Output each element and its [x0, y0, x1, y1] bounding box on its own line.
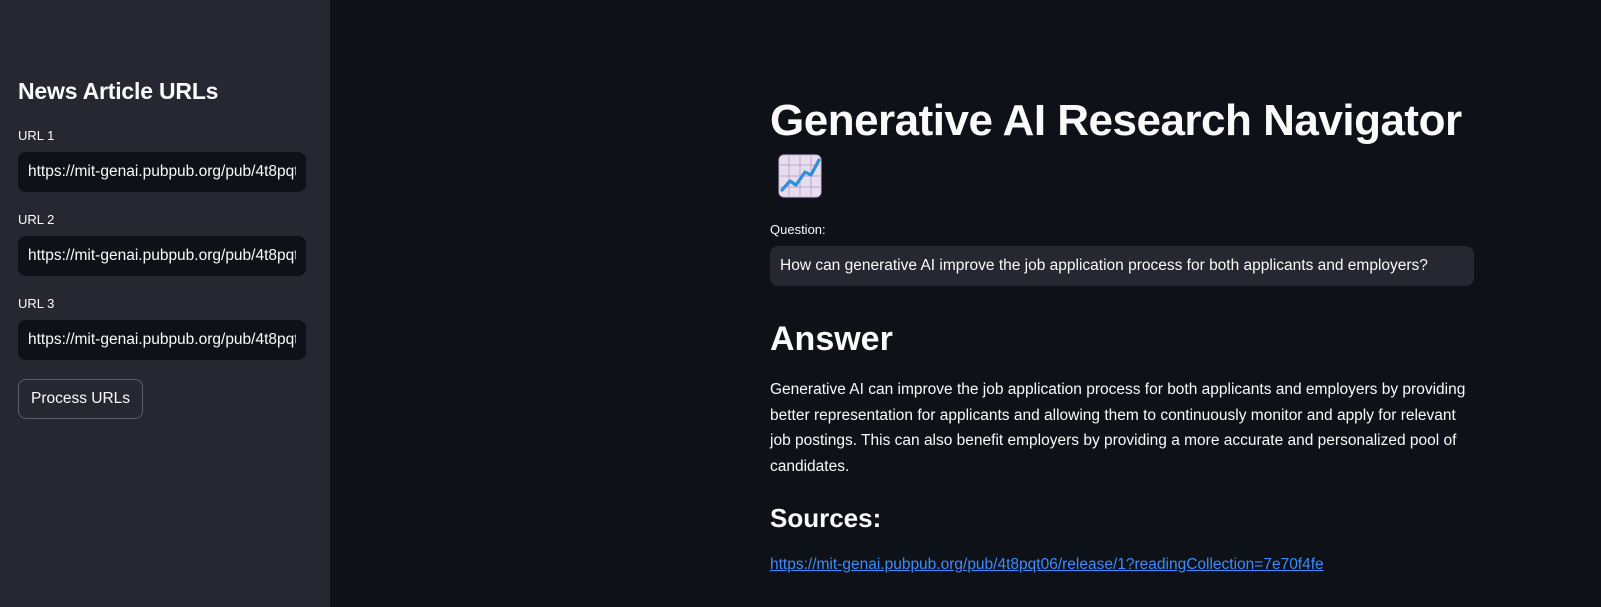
sources-heading: Sources: — [770, 503, 882, 533]
url-3-input[interactable] — [18, 320, 306, 360]
question-label: Question: — [770, 222, 826, 237]
question-input[interactable] — [770, 246, 1474, 286]
process-urls-button[interactable]: Process URLs — [18, 379, 144, 419]
url-1-label: URL 1 — [18, 128, 55, 143]
page-title: Generative AI Research Navigator — [770, 96, 1462, 145]
source-link[interactable]: https://mit-genai.pubpub.org/pub/4t8pqt0… — [770, 556, 1324, 574]
answer-heading: Answer — [770, 320, 893, 358]
url-2-label: URL 2 — [18, 212, 55, 227]
sidebar: News Article URLs URL 1 URL 2 URL 3 Proc… — [0, 0, 330, 607]
answer-text: Generative AI can improve the job applic… — [770, 381, 1466, 475]
url-2-input[interactable] — [18, 236, 306, 276]
app-root: News Article URLs URL 1 URL 2 URL 3 Proc… — [0, 0, 1601, 607]
chart-increasing-icon — [778, 154, 822, 198]
sidebar-title: News Article URLs — [18, 78, 219, 104]
url-3-label: URL 3 — [18, 296, 55, 311]
url-1-input[interactable] — [18, 152, 306, 192]
